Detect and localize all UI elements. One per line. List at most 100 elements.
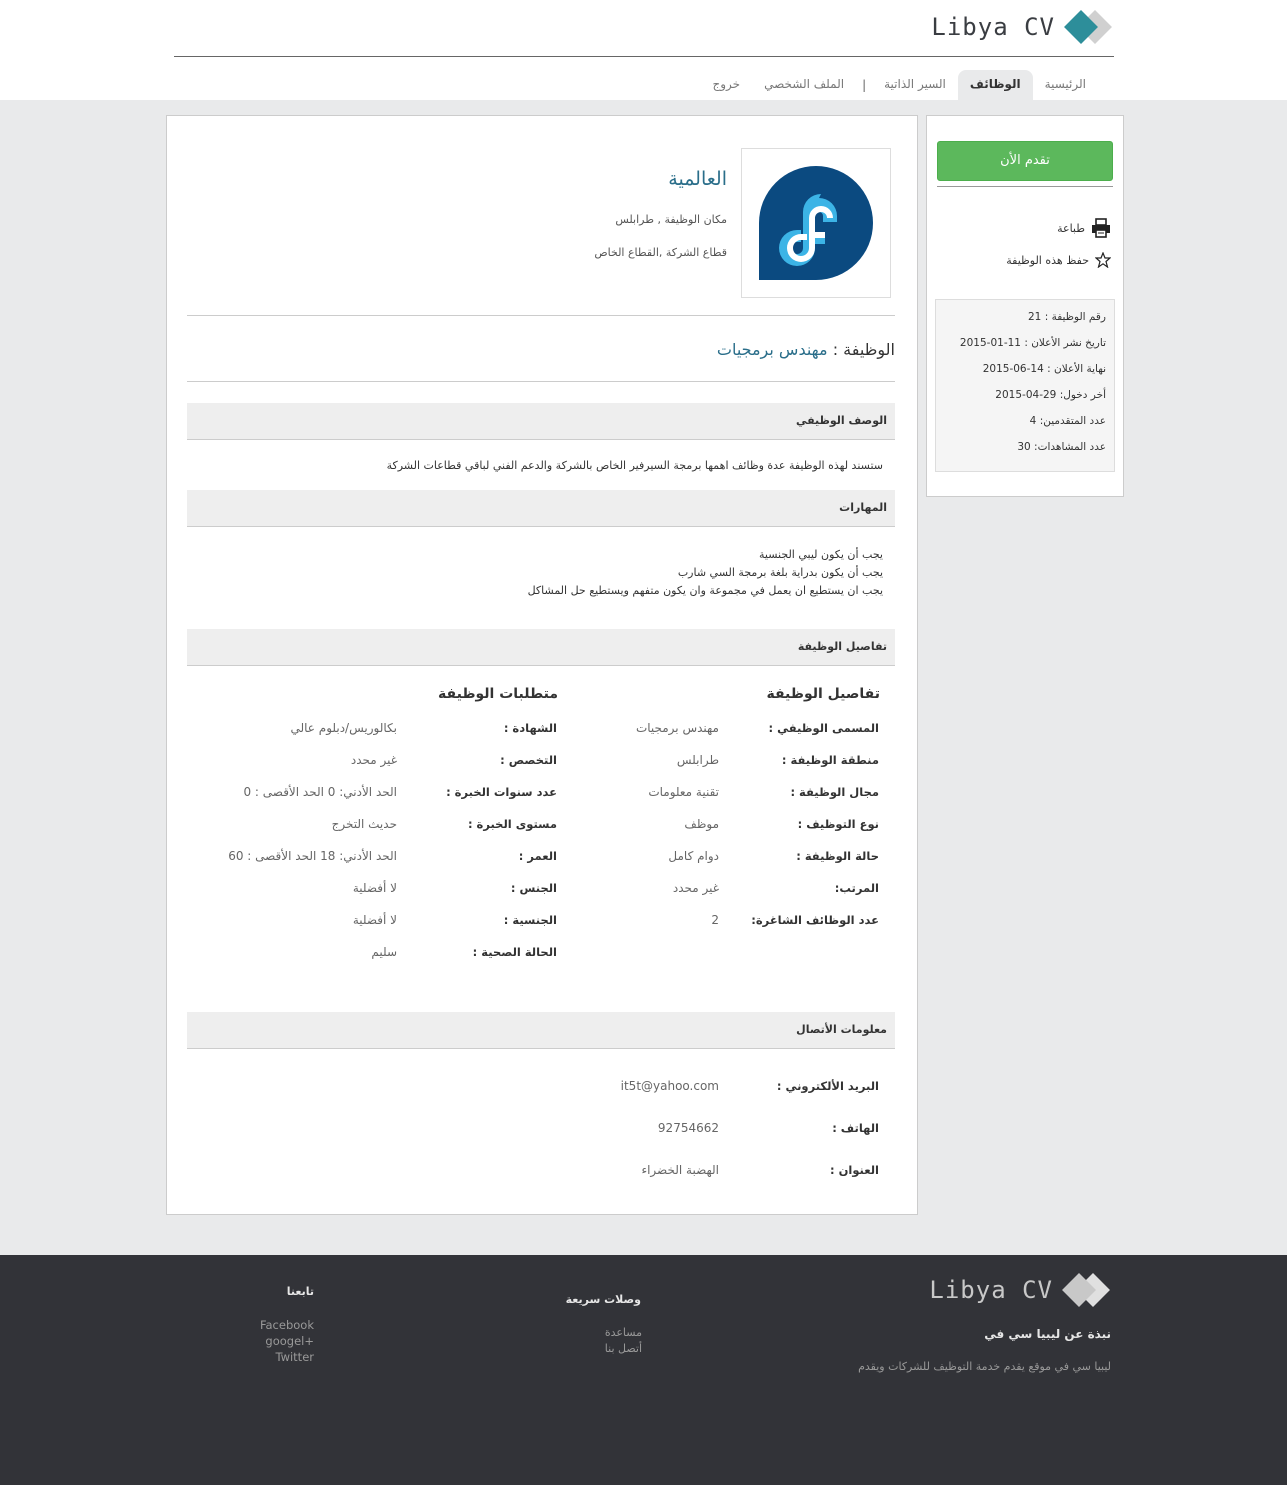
footer-about-text: ليبيا سي في موقع يقدم خدمة التوظيف للشرك…	[858, 1360, 1111, 1373]
header-divider	[174, 56, 1114, 57]
skill-item: يجب أن يكون ليبي الجنسية	[759, 548, 883, 561]
skill-item: يجب أن يكون بدراية بلغة برمجة السي شارب	[677, 566, 883, 579]
nav-home[interactable]: الرئيسية	[1033, 70, 1098, 100]
site-header: Libya CV الرئيسية الوظائف السير الذاتية …	[0, 0, 1287, 100]
publish-date: تاريخ نشر الأعلان : 11-01-2015	[959, 337, 1106, 349]
views-count: عدد المشاهدات: 30	[1017, 441, 1106, 453]
footer-about-title: نبذة عن ليبيا سي في	[984, 1327, 1111, 1341]
job-details-title: تفاصيل الوظيفة	[766, 686, 880, 702]
detail-value: طرابلس	[676, 753, 719, 767]
contact-email-value[interactable]: it5t@yahoo.com	[621, 1079, 719, 1093]
requirement-value: الحد الأدني: 18 الحد الأقصى : 60	[228, 849, 397, 863]
logo-diamonds-icon	[1061, 1271, 1111, 1309]
footer-link-facebook[interactable]: Facebook	[260, 1317, 314, 1333]
footer-logo[interactable]: Libya CV	[929, 1271, 1111, 1309]
requirement-label: عدد سنوات الخبرة :	[446, 785, 557, 799]
detail-label: حالة الوظيفة :	[796, 849, 879, 863]
requirement-value: حديث التخرج	[331, 817, 397, 831]
job-id: رقم الوظيفة : 21	[1027, 311, 1106, 323]
skills-section-header: المهارات	[187, 490, 895, 527]
requirement-label: الشهادة :	[503, 721, 557, 735]
detail-value: مهندس برمجيات	[635, 721, 719, 735]
detail-label: منطقة الوظيفة :	[781, 753, 879, 767]
star-icon	[1095, 252, 1111, 268]
applicants-count: عدد المتقدمين: 4	[1029, 415, 1106, 427]
job-sidebar: تقدم الأن طباعة حفظ هذه الوظيفة رقم الوظ…	[926, 115, 1124, 497]
detail-label: المرتب:	[834, 881, 879, 895]
detail-value: 2	[711, 913, 719, 927]
company-logo	[741, 148, 891, 298]
contact-label: الهاتف :	[832, 1121, 879, 1135]
end-date: نهاية الأعلان : 14-06-2015	[982, 363, 1106, 375]
last-login: أخر دخول: 29-04-2015	[995, 389, 1106, 401]
contact-phone-value: 92754662	[657, 1121, 719, 1135]
contact-section-header: معلومات الأتصال	[187, 1012, 895, 1049]
nav-cvs[interactable]: السير الذاتية	[872, 70, 958, 100]
job-title-label: الوظيفة :	[832, 340, 895, 359]
detail-label: عدد الوظائف الشاغرة:	[751, 913, 879, 927]
footer-links-title: وصلات سريعة	[565, 1293, 641, 1306]
requirement-value: لا أفضلية	[352, 913, 397, 927]
contact-label: البريد الألكتروني :	[776, 1079, 879, 1093]
requirement-label: الجنس :	[510, 881, 557, 895]
footer-link-contact[interactable]: أتصل بنا	[605, 1341, 642, 1357]
requirement-label: التخصص :	[500, 753, 557, 767]
logo-text: Libya CV	[931, 13, 1055, 41]
detail-label: نوع التوظيف :	[797, 817, 879, 831]
save-job-label: حفظ هذه الوظيفة	[1006, 253, 1089, 267]
job-title-value: مهندس برمجيات	[716, 340, 828, 359]
detail-value: دوام كامل	[668, 849, 719, 863]
detail-value: موظف	[684, 817, 719, 831]
print-label: طباعة	[1057, 221, 1085, 235]
nav-profile[interactable]: الملف الشخصي	[752, 70, 856, 100]
detail-label: مجال الوظيفة :	[790, 785, 879, 799]
company-sector: قطاع الشركة ,القطاع الخاص	[594, 246, 727, 259]
contact-label: العنوان :	[829, 1163, 879, 1177]
site-logo[interactable]: Libya CV	[931, 8, 1113, 46]
detail-value: تقنية معلومات	[648, 785, 719, 799]
requirement-value: الحد الأدني: 0 الحد الأقصى : 0	[243, 785, 397, 799]
logo-diamonds-icon	[1063, 8, 1113, 46]
sidebar-divider	[937, 186, 1113, 187]
fedora-logo-icon	[759, 166, 873, 280]
apply-now-button[interactable]: تقدم الأن	[937, 141, 1113, 181]
footer-link-help[interactable]: مساعدة	[605, 1325, 642, 1341]
site-footer: Libya CV نبذة عن ليبيا سي في ليبيا سي في…	[0, 1255, 1287, 1485]
skills-list: يجب أن يكون ليبي الجنسية يجب أن يكون بدر…	[528, 546, 883, 600]
detail-label: المسمى الوظيفي :	[768, 721, 879, 735]
job-location: مكان الوظيفة , طرابلس	[615, 213, 727, 226]
footer-logo-text: Libya CV	[929, 1276, 1053, 1304]
job-detail-panel: العالمية مكان الوظيفة , طرابلس قطاع الشر…	[166, 115, 918, 1215]
description-text: ستسند لهذه الوظيفة عدة وظائف اهمها برمجة…	[386, 459, 883, 472]
details-section-header: تفاصيل الوظيفة	[187, 629, 895, 666]
requirement-label: الحالة الصحية :	[472, 945, 557, 959]
nav-separator: |	[862, 78, 867, 92]
footer-social-links: Facebook googel+ Twitter	[260, 1317, 314, 1365]
requirement-label: العمر :	[518, 849, 557, 863]
requirement-value: لا أفضلية	[352, 881, 397, 895]
job-requirements-title: متطلبات الوظيفة	[438, 686, 558, 702]
main-nav: الرئيسية الوظائف السير الذاتية | الملف ا…	[174, 70, 1114, 100]
requirement-value: غير محدد	[350, 753, 397, 767]
print-action[interactable]: طباعة	[1057, 218, 1111, 238]
divider	[187, 315, 895, 316]
job-info-box: رقم الوظيفة : 21 تاريخ نشر الأعلان : 11-…	[935, 299, 1115, 472]
contact-address-value: الهضبة الخضراء	[641, 1163, 719, 1177]
skill-item: يجب ان يستطيع ان يعمل في مجموعة وان يكون…	[527, 584, 883, 597]
footer-link-googleplus[interactable]: googel+	[260, 1333, 314, 1349]
printer-icon	[1092, 218, 1110, 238]
requirement-value: بكالوريس/دبلوم عالي	[290, 721, 397, 735]
nav-jobs[interactable]: الوظائف	[957, 70, 1033, 100]
footer-follow-title: تابعنا	[286, 1285, 314, 1298]
divider	[187, 381, 895, 382]
company-name[interactable]: العالمية	[668, 168, 727, 190]
footer-link-twitter[interactable]: Twitter	[260, 1349, 314, 1365]
requirement-value: سليم	[371, 945, 397, 959]
footer-links: مساعدة أتصل بنا	[605, 1325, 642, 1357]
description-section-header: الوصف الوظيفي	[187, 403, 895, 440]
save-job-action[interactable]: حفظ هذه الوظيفة	[1006, 252, 1111, 268]
detail-value: غير محدد	[672, 881, 719, 895]
nav-logout[interactable]: خروج	[700, 70, 752, 100]
job-title-line: الوظيفة : مهندس برمجيات	[717, 340, 895, 359]
requirement-label: مستوى الخبرة :	[467, 817, 557, 831]
